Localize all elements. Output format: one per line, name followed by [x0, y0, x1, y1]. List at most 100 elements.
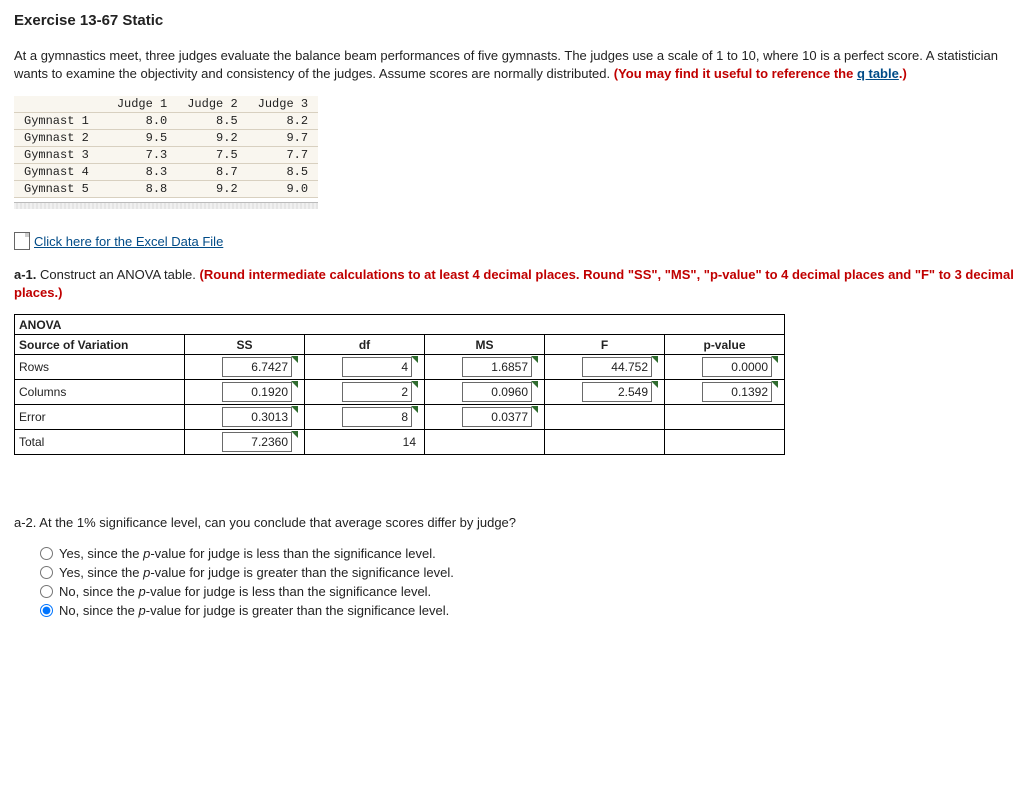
ms-input[interactable]: 0.0960 [431, 382, 538, 402]
check-flag-icon [651, 381, 658, 388]
scores-table-wrap: Judge 1 Judge 2 Judge 3 Gymnast 18.08.58… [14, 96, 318, 223]
option-text: Yes, since the p-value for judge is less… [59, 546, 436, 561]
excel-link-row: Click here for the Excel Data File [14, 232, 1014, 250]
option-text: Yes, since the p-value for judge is grea… [59, 565, 454, 580]
radio-input[interactable] [40, 604, 53, 617]
option-text: No, since the p-value for judge is great… [59, 603, 449, 618]
df-input[interactable]: 8 [311, 407, 418, 427]
intro-hint: (You may find it useful to reference the… [614, 66, 907, 81]
anova-row-error: Error 0.3013 8 0.0377 [15, 405, 785, 430]
radio-input[interactable] [40, 547, 53, 560]
table-row: Gymnast 37.37.57.7 [14, 147, 318, 164]
option-1[interactable]: Yes, since the p-value for judge is grea… [40, 565, 1014, 580]
q-table-link[interactable]: q table [857, 66, 899, 81]
df-total: 14 [305, 430, 425, 455]
cell: 9.0 [248, 181, 318, 198]
table-row: Gymnast 48.38.78.5 [14, 164, 318, 181]
empty-cell [665, 405, 785, 430]
f-input[interactable]: 2.549 [551, 382, 658, 402]
cell: 8.3 [107, 164, 177, 181]
f-input[interactable]: 44.752 [551, 357, 658, 377]
excel-data-link[interactable]: Click here for the Excel Data File [34, 234, 223, 249]
option-0[interactable]: Yes, since the p-value for judge is less… [40, 546, 1014, 561]
scores-header-row: Judge 1 Judge 2 Judge 3 [14, 96, 318, 113]
table-row: Gymnast 58.89.29.0 [14, 181, 318, 198]
a1-text: Construct an ANOVA table. [36, 267, 199, 282]
anova-table-wrap: ANOVA Source of Variation SS df MS F p-v… [14, 314, 1014, 455]
intro-paragraph: At a gymnastics meet, three judges evalu… [14, 47, 1014, 82]
row-label: Gymnast 1 [14, 113, 107, 130]
check-flag-icon [771, 356, 778, 363]
ss-input[interactable]: 7.2360 [191, 432, 298, 452]
scores-scrollbar[interactable] [14, 202, 318, 209]
check-flag-icon [411, 381, 418, 388]
ss-input[interactable]: 0.3013 [191, 407, 298, 427]
option-3[interactable]: No, since the p-value for judge is great… [40, 603, 1014, 618]
check-flag-icon [291, 381, 298, 388]
ms-input[interactable]: 0.0377 [431, 407, 538, 427]
cell: 8.2 [248, 113, 318, 130]
check-flag-icon [651, 356, 658, 363]
check-flag-icon [291, 406, 298, 413]
cell: 9.2 [177, 130, 247, 147]
excel-file-icon [14, 232, 30, 250]
row-label: Gymnast 3 [14, 147, 107, 164]
check-flag-icon [411, 406, 418, 413]
answer-options: Yes, since the p-value for judge is less… [40, 546, 1014, 618]
empty-cell [425, 430, 545, 455]
ss-input[interactable]: 0.1920 [191, 382, 298, 402]
col-ms: MS [425, 335, 545, 355]
check-flag-icon [411, 356, 418, 363]
table-row: Gymnast 18.08.58.2 [14, 113, 318, 130]
ss-input[interactable]: 6.7427 [191, 357, 298, 377]
intro-hint-prefix: (You may find it useful to reference the [614, 66, 857, 81]
cell: 9.5 [107, 130, 177, 147]
p-input[interactable]: 0.1392 [671, 382, 778, 402]
check-flag-icon [531, 406, 538, 413]
a1-label: a-1. [14, 267, 36, 282]
check-flag-icon [291, 431, 298, 438]
anova-table: ANOVA Source of Variation SS df MS F p-v… [14, 314, 785, 455]
p-input[interactable]: 0.0000 [671, 357, 778, 377]
col-df: df [305, 335, 425, 355]
anova-src: Error [15, 405, 185, 430]
option-2[interactable]: No, since the p-value for judge is less … [40, 584, 1014, 599]
radio-input[interactable] [40, 585, 53, 598]
question-a2: a-2. At the 1% significance level, can y… [14, 515, 1014, 530]
anova-src: Rows [15, 355, 185, 380]
cell: 8.7 [177, 164, 247, 181]
row-label: Gymnast 2 [14, 130, 107, 147]
anova-title: ANOVA [15, 315, 785, 335]
radio-input[interactable] [40, 566, 53, 579]
judge3-header: Judge 3 [248, 96, 318, 113]
cell: 8.5 [248, 164, 318, 181]
ms-input[interactable]: 1.6857 [431, 357, 538, 377]
empty-cell [545, 405, 665, 430]
exercise-title: Exercise 13-67 Static [14, 12, 1014, 29]
row-label: Gymnast 5 [14, 181, 107, 198]
check-flag-icon [771, 381, 778, 388]
anova-row-total: Total 7.2360 14 [15, 430, 785, 455]
scores-blank-header [14, 96, 107, 113]
intro-hint-suffix: .) [899, 66, 907, 81]
empty-cell [665, 430, 785, 455]
col-pvalue: p-value [665, 335, 785, 355]
anova-col-headers: Source of Variation SS df MS F p-value [15, 335, 785, 355]
empty-cell [545, 430, 665, 455]
check-flag-icon [531, 381, 538, 388]
row-label: Gymnast 4 [14, 164, 107, 181]
judge1-header: Judge 1 [107, 96, 177, 113]
df-input[interactable]: 4 [311, 357, 418, 377]
cell: 8.0 [107, 113, 177, 130]
col-source: Source of Variation [15, 335, 185, 355]
cell: 9.2 [177, 181, 247, 198]
cell: 8.5 [177, 113, 247, 130]
cell: 7.7 [248, 147, 318, 164]
question-a1: a-1. Construct an ANOVA table. (Round in… [14, 266, 1014, 302]
cell: 8.8 [107, 181, 177, 198]
anova-src: Columns [15, 380, 185, 405]
anova-src: Total [15, 430, 185, 455]
option-text: No, since the p-value for judge is less … [59, 584, 431, 599]
df-input[interactable]: 2 [311, 382, 418, 402]
col-f: F [545, 335, 665, 355]
